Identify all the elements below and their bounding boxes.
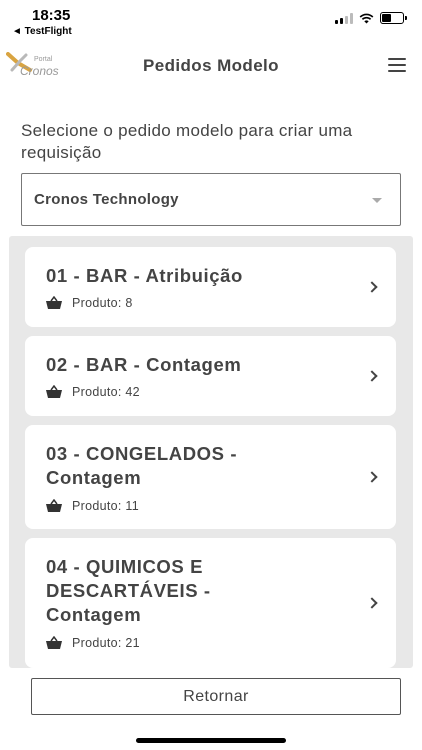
- company-select-value: Cronos Technology: [34, 191, 179, 208]
- home-indicator: [136, 738, 286, 743]
- return-button[interactable]: Retornar: [31, 678, 401, 715]
- testflight-back-link[interactable]: ◄ TestFlight: [12, 26, 72, 37]
- status-bar: 18:35 ◄ TestFlight: [0, 0, 422, 40]
- chevron-right-icon: [366, 597, 378, 609]
- hamburger-menu-icon[interactable]: [388, 58, 406, 72]
- order-title: 04 - QUIMICOS E DESCARTÁVEIS - Contagem: [46, 556, 211, 625]
- order-meta: Produto: 11: [46, 499, 139, 513]
- status-icons: [335, 12, 407, 24]
- order-meta: Produto: 8: [46, 296, 133, 310]
- basket-icon: [46, 296, 62, 309]
- order-title: 02 - BAR - Contagem: [46, 354, 242, 375]
- basket-icon: [46, 636, 62, 649]
- order-meta: Produto: 42: [46, 385, 140, 399]
- company-select[interactable]: Cronos Technology: [21, 173, 401, 226]
- order-card[interactable]: 01 - BAR - Atribuição Produto: 8: [25, 247, 396, 327]
- chevron-right-icon: [366, 281, 378, 293]
- instruction-text: Selecione o pedido modelo para criar uma…: [21, 121, 353, 162]
- wifi-icon: [359, 13, 374, 23]
- order-product-count: Produto: 8: [72, 296, 133, 310]
- caret-down-icon: [372, 198, 382, 203]
- order-meta: Produto: 21: [46, 636, 140, 650]
- status-time: 18:35: [32, 7, 71, 24]
- app-header: Portal Cronos Pedidos Modelo: [0, 44, 422, 86]
- chevron-right-icon: [366, 370, 378, 382]
- chevron-right-icon: [366, 471, 378, 483]
- order-title: 03 - CONGELADOS - Contagem: [46, 443, 238, 488]
- battery-icon: [380, 12, 407, 24]
- page-title: Pedidos Modelo: [143, 56, 279, 75]
- basket-icon: [46, 385, 62, 398]
- order-product-count: Produto: 11: [72, 499, 140, 513]
- order-list[interactable]: 01 - BAR - Atribuição Produto: 8 02 - BA…: [9, 236, 413, 668]
- order-title: 01 - BAR - Atribuição: [46, 265, 243, 286]
- basket-icon: [46, 499, 62, 512]
- order-product-count: Produto: 42: [72, 385, 140, 399]
- order-product-count: Produto: 21: [72, 636, 140, 650]
- cellular-signal-icon: [335, 12, 353, 24]
- order-card[interactable]: 04 - QUIMICOS E DESCARTÁVEIS - Contagem …: [25, 538, 396, 668]
- order-card[interactable]: 02 - BAR - Contagem Produto: 42: [25, 336, 396, 416]
- order-card[interactable]: 03 - CONGELADOS - Contagem Produto: 11: [25, 425, 396, 529]
